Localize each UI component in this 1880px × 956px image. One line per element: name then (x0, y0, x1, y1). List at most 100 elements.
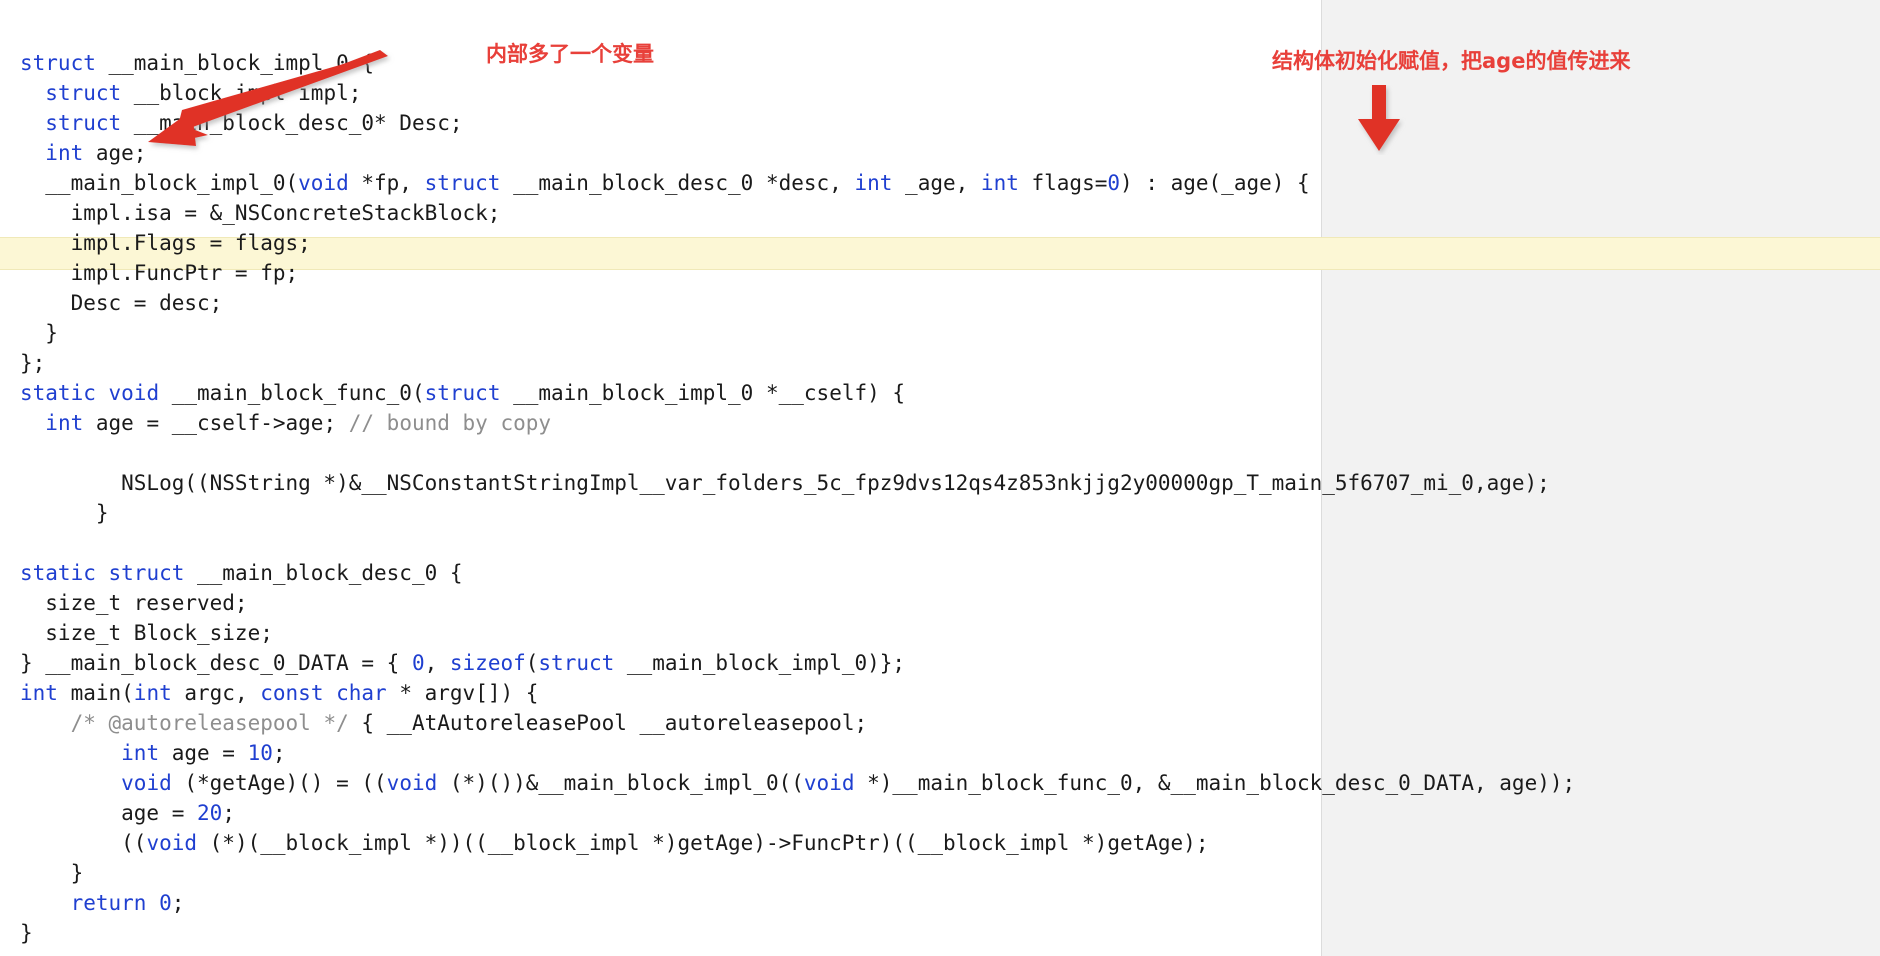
code-token: } __main_block_desc_0_DATA = { (20, 651, 412, 675)
code-token: __main_block_func_0( (159, 381, 425, 405)
code-token: void (146, 831, 198, 855)
code-line: int age; (0, 138, 1880, 168)
code-token: __main_block_impl_0 *__cself) { (500, 381, 906, 405)
code-line: impl.isa = &_NSConcreteStackBlock; (0, 198, 1880, 228)
code-token: { __AtAutoreleasePool __autoreleasepool; (348, 711, 868, 735)
code-line: impl.FuncPtr = fp; (0, 258, 1880, 288)
code-token: (*)())&__main_block_impl_0(( (437, 771, 804, 795)
code-token: __main_block_desc_0 *desc, (500, 171, 855, 195)
code-line: } (0, 498, 1880, 528)
code-token: int (980, 171, 1019, 195)
code-token: age; (83, 141, 147, 165)
code-line: NSLog((NSString *)&__NSConstantStringImp… (0, 468, 1880, 498)
code-token: impl.isa = &_NSConcreteStackBlock; (20, 201, 501, 225)
code-token: ; (272, 741, 286, 765)
code-line: } (0, 318, 1880, 348)
code-token: int (20, 681, 58, 705)
code-token: size_t Block_size; (20, 621, 273, 645)
code-token: age = __cself->age; (83, 411, 349, 435)
code-token: void (108, 381, 160, 405)
code-line: struct __main_block_desc_0* Desc; (0, 108, 1880, 138)
code-token: int (133, 681, 172, 705)
code-line: Desc = desc; (0, 288, 1880, 318)
code-token: flags= (1018, 171, 1108, 195)
code-token: struct (45, 81, 122, 105)
code-line: int main(int argc, const char * argv[]) … (0, 678, 1880, 708)
code-token: void (298, 171, 349, 195)
code-token: struct (108, 561, 185, 585)
code-token: int (121, 741, 160, 765)
code-token: 0 (1107, 171, 1121, 195)
code-token: void (121, 771, 172, 795)
code-token: main( (57, 681, 134, 705)
code-token: static (20, 381, 96, 405)
code-line: } (0, 858, 1880, 888)
code-token: impl.Flags = flags; (20, 231, 311, 255)
code-token: NSLog((NSString *)&__NSConstantStringImp… (20, 471, 1550, 495)
code-line: return 0; (0, 888, 1880, 918)
code-token: _age, (892, 171, 981, 195)
code-token: ( (525, 651, 539, 675)
code-line: static void __main_block_func_0(struct _… (0, 378, 1880, 408)
code-token: age = (20, 801, 198, 825)
code-token: * argv[]) { (386, 681, 539, 705)
code-token: ; (171, 891, 185, 915)
code-token: int (45, 141, 84, 165)
code-line: } __main_block_desc_0_DATA = { 0, sizeof… (0, 648, 1880, 678)
code-token: struct (424, 381, 501, 405)
code-token: struct (538, 651, 615, 675)
code-token: __main_block_impl_0)}; (614, 651, 906, 675)
code-line: }; (0, 348, 1880, 378)
code-token: int (854, 171, 893, 195)
code-token: __main_block_impl_0( (20, 171, 299, 195)
code-token: __main_block_desc_0 { (184, 561, 463, 585)
code-line: void (*getAge)() = ((void (*)())&__main_… (0, 768, 1880, 798)
code-token: } (20, 861, 84, 885)
code-token: size_t reserved; (20, 591, 248, 615)
code-token: struct (20, 51, 96, 75)
code-token: return (70, 891, 147, 915)
code-token: __block_impl impl; (121, 81, 362, 105)
code-token: char (336, 681, 387, 705)
code-token: (*getAge)() = (( (171, 771, 387, 795)
code-token: int (45, 411, 84, 435)
code-token: 10 (247, 741, 273, 765)
code-token: sizeof (449, 651, 526, 675)
annotation-left-text: 内部多了一个变量 (486, 42, 654, 66)
code-token: void (386, 771, 438, 795)
code-token: } (20, 501, 109, 525)
code-token: *fp, (348, 171, 425, 195)
code-token: age = (159, 741, 248, 765)
code-editor-screenshot: struct __main_block_impl_0 { struct __bl… (0, 0, 1880, 956)
code-token: ) : age(_age) { (1120, 171, 1310, 195)
code-token: void (803, 771, 855, 795)
code-token: (*)(__block_impl *))((__block_impl *)get… (197, 831, 1209, 855)
code-token: /* @autoreleasepool */ (70, 711, 349, 735)
code-token: (( (20, 831, 147, 855)
code-line: impl.Flags = flags; (0, 228, 1880, 258)
code-token: impl.FuncPtr = fp; (20, 261, 299, 285)
code-line: age = 20; (0, 798, 1880, 828)
code-token: const (260, 681, 324, 705)
code-token: 0 (411, 651, 425, 675)
code-line: ((void (*)(__block_impl *))((__block_imp… (0, 828, 1880, 858)
annotation-right-text: 结构体初始化赋值，把age的值传进来 (1272, 49, 1631, 73)
code-token: __main_block_desc_0* Desc; (121, 111, 463, 135)
code-line: struct __block_impl impl; (0, 78, 1880, 108)
code-line: int age = 10; (0, 738, 1880, 768)
code-content[interactable]: struct __main_block_impl_0 { struct __bl… (0, 0, 1880, 948)
code-line: size_t reserved; (0, 588, 1880, 618)
code-token: Desc = desc; (20, 291, 223, 315)
code-line: __main_block_impl_0(void *fp, struct __m… (0, 168, 1880, 198)
code-token: , (424, 651, 450, 675)
